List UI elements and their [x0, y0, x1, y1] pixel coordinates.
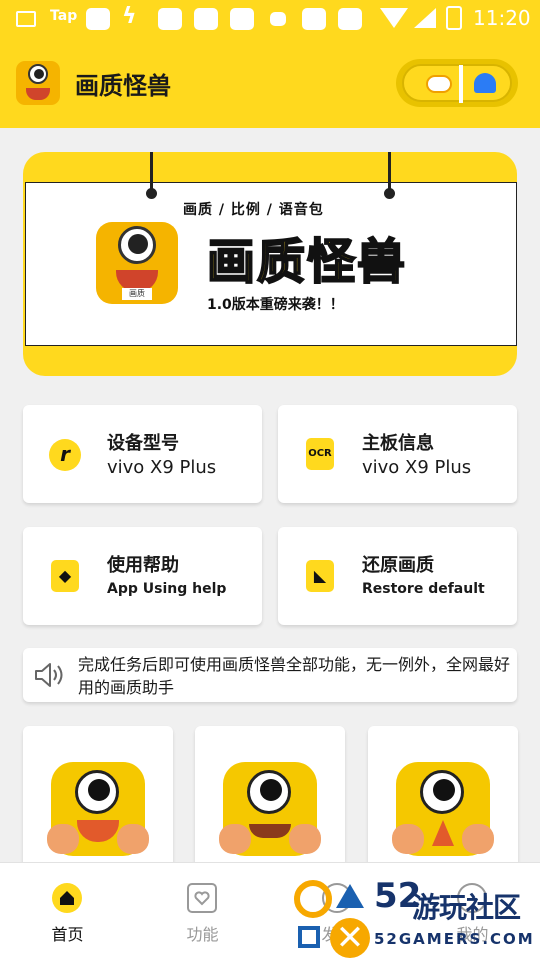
- card-subtitle: vivo X9 Plus: [107, 457, 217, 478]
- restore-card[interactable]: ◣ 还原画质 Restore default: [278, 527, 517, 625]
- help-card[interactable]: ◆ 使用帮助 App Using help: [23, 527, 262, 625]
- banner-description: 1.0版本重磅来袭！！: [207, 297, 344, 313]
- notification-icon: [194, 8, 218, 30]
- card-title: 设备型号: [107, 433, 179, 454]
- notice-bar[interactable]: 完成任务后即可使用画质怪兽全部功能，无一例外，全网最好用的画质助手: [23, 648, 517, 702]
- ocr-icon: OCR: [306, 438, 334, 470]
- header-band: Tap ϟ 11:20 画质怪兽: [0, 0, 540, 128]
- notification-icon: [86, 8, 110, 30]
- watermark-name: 游玩社区: [412, 891, 521, 924]
- tab-home[interactable]: 首页: [0, 863, 135, 960]
- banner-pin: [146, 152, 157, 199]
- watermark-triangle-icon: [336, 884, 364, 908]
- monster-card[interactable]: [368, 726, 518, 876]
- bell-icon[interactable]: [474, 73, 496, 93]
- board-info-card[interactable]: OCR 主板信息 vivo X9 Plus: [278, 405, 517, 503]
- card-title: 使用帮助: [107, 555, 179, 576]
- notification-icon: [158, 8, 182, 30]
- notification-icon: [270, 12, 286, 26]
- tab-features[interactable]: 功能: [135, 863, 270, 960]
- monster-card[interactable]: [23, 726, 173, 876]
- monster-image: [392, 762, 494, 856]
- bolt-icon: ϟ: [122, 4, 137, 29]
- banner-icon-tag: 画质: [122, 288, 152, 300]
- notification-icon: [338, 8, 362, 30]
- device-model-card[interactable]: r 设备型号 vivo X9 Plus: [23, 405, 262, 503]
- page-title: 画质怪兽: [75, 72, 171, 100]
- banner-app-icon: 画质: [96, 222, 178, 304]
- card-subtitle: App Using help: [107, 581, 227, 597]
- app-logo: [16, 61, 60, 105]
- watermark-square-icon: [298, 926, 320, 948]
- restore-icon: ◣: [306, 560, 334, 592]
- watermark: ✕ 52 游玩社区 52GAMERS.COM: [290, 870, 540, 960]
- home-icon: [52, 883, 82, 913]
- card-subtitle: Restore default: [362, 581, 485, 597]
- banner-subtitle: 画质 / 比例 / 语音包: [183, 202, 324, 218]
- banner-pin: [384, 152, 395, 199]
- card-title: 主板信息: [362, 433, 434, 454]
- gamepad-icon[interactable]: [426, 75, 452, 93]
- status-app-label: Tap: [50, 8, 78, 24]
- monster-image: [219, 762, 321, 856]
- watermark-domain: 52GAMERS.COM: [374, 930, 535, 948]
- battery-icon: [446, 6, 462, 30]
- wifi-icon: [380, 8, 408, 28]
- help-icon: ◆: [51, 560, 79, 592]
- card-subtitle: vivo X9 Plus: [362, 457, 472, 478]
- header-actions: [396, 59, 518, 107]
- card-title: 还原画质: [362, 555, 434, 576]
- signal-icon: [414, 8, 436, 28]
- monster-image: [47, 762, 149, 856]
- heart-icon: [187, 883, 217, 913]
- image-notification-icon: [16, 11, 36, 27]
- notification-icon: [230, 8, 254, 30]
- status-bar: Tap ϟ 11:20: [0, 0, 540, 38]
- divider: [459, 65, 463, 103]
- notice-text: 完成任务后即可使用画质怪兽全部功能，无一例外，全网最好用的画质助手: [78, 655, 511, 697]
- watermark-circle-icon: [294, 880, 332, 918]
- banner-title: 画质怪兽: [206, 233, 408, 291]
- notification-icon: [302, 8, 326, 30]
- status-time: 11:20: [473, 6, 531, 30]
- tab-label: 首页: [51, 925, 84, 944]
- tab-label: 功能: [186, 925, 219, 944]
- speed-icon: r: [49, 439, 81, 471]
- watermark-cross-icon: ✕: [330, 918, 370, 958]
- speaker-icon: [35, 663, 63, 687]
- monster-card[interactable]: [195, 726, 345, 876]
